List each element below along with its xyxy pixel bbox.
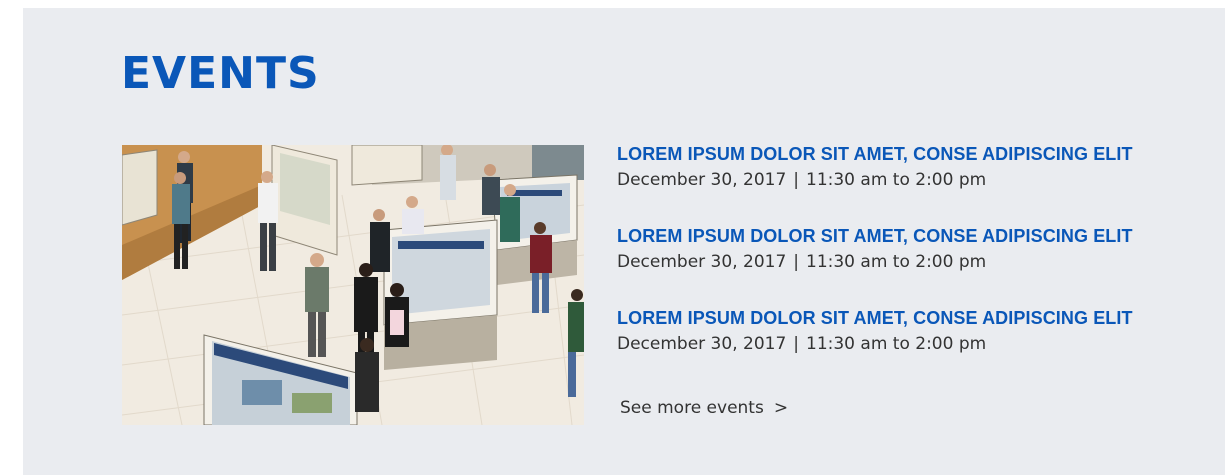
event-title-link[interactable]: LOREM IPSUM DOLOR SIT AMET, CONSE ADIPIS… bbox=[617, 142, 1197, 166]
events-list: LOREM IPSUM DOLOR SIT AMET, CONSE ADIPIS… bbox=[617, 142, 1197, 388]
event-date: December 30, 2017 bbox=[617, 252, 787, 272]
event-datetime: December 30, 2017 | 11:30 am to 2:00 pm bbox=[617, 250, 1197, 274]
event-date: December 30, 2017 bbox=[617, 334, 787, 354]
event-item: LOREM IPSUM DOLOR SIT AMET, CONSE ADIPIS… bbox=[617, 142, 1197, 224]
event-time: 11:30 am to 2:00 pm bbox=[806, 334, 987, 354]
event-datetime: December 30, 2017 | 11:30 am to 2:00 pm bbox=[617, 332, 1197, 356]
event-separator: | bbox=[793, 252, 799, 272]
event-datetime: December 30, 2017 | 11:30 am to 2:00 pm bbox=[617, 168, 1197, 192]
event-date: December 30, 2017 bbox=[617, 170, 787, 190]
event-title-link[interactable]: LOREM IPSUM DOLOR SIT AMET, CONSE ADIPIS… bbox=[617, 224, 1197, 248]
event-time: 11:30 am to 2:00 pm bbox=[806, 252, 987, 272]
chevron-right-icon: > bbox=[773, 398, 789, 418]
event-title-link[interactable]: LOREM IPSUM DOLOR SIT AMET, CONSE ADIPIS… bbox=[617, 306, 1197, 330]
event-item: LOREM IPSUM DOLOR SIT AMET, CONSE ADIPIS… bbox=[617, 224, 1197, 306]
see-more-label: See more events bbox=[620, 398, 764, 418]
event-item: LOREM IPSUM DOLOR SIT AMET, CONSE ADIPIS… bbox=[617, 306, 1197, 388]
event-photo bbox=[122, 145, 584, 425]
event-separator: | bbox=[793, 334, 799, 354]
section-title: EVENTS bbox=[121, 48, 320, 99]
see-more-events-link[interactable]: See more events > bbox=[620, 398, 788, 418]
event-separator: | bbox=[793, 170, 799, 190]
events-section: EVENTS LOREM IPSUM DOLOR SIT AMET, CONSE… bbox=[23, 8, 1225, 475]
event-time: 11:30 am to 2:00 pm bbox=[806, 170, 987, 190]
